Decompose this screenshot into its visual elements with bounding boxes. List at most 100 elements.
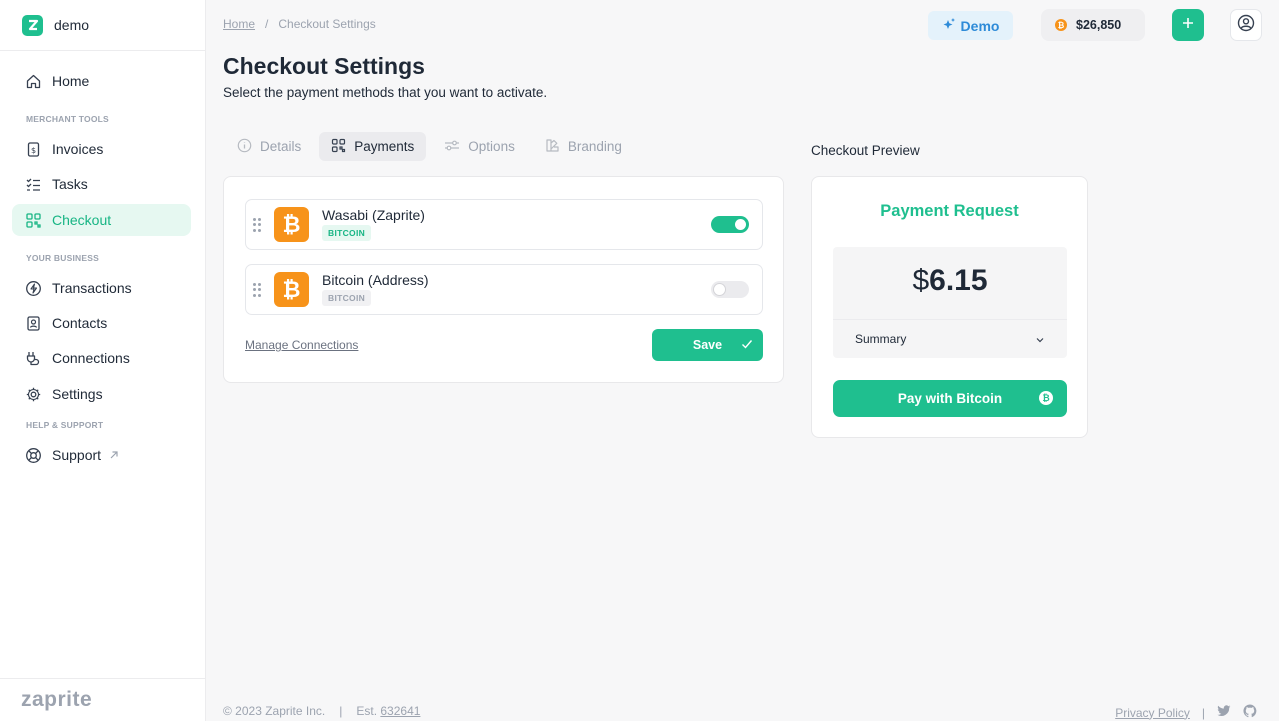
brand-wordmark: zaprite [21,688,93,711]
bitcoin-icon: ₿ [1039,391,1053,405]
plug-icon [24,349,42,367]
create-button[interactable] [1172,9,1204,41]
tab-label: Payments [354,139,415,154]
zaprite-logo-icon [22,14,43,36]
page-title: Checkout Settings [223,53,425,79]
qr-icon [24,211,42,229]
sidebar-item-invoices[interactable]: $ Invoices [12,133,191,165]
section-your-business: YOUR BUSINESS [26,253,99,263]
sidebar-item-checkout[interactable]: Checkout [12,204,191,236]
tab-label: Branding [567,139,622,154]
sparkle-icon [942,17,956,34]
manage-connections-link[interactable]: Manage Connections [245,338,358,352]
sliders-icon [444,138,460,156]
account-button[interactable] [1230,9,1262,41]
block-height-link[interactable]: 632641 [380,704,420,718]
sidebar-item-label: Contacts [52,315,108,331]
footer-right: Privacy Policy | [1115,704,1257,721]
check-icon [741,338,753,353]
tab-options[interactable]: Options [432,132,527,161]
pay-label: Pay with Bitcoin [897,391,1003,406]
sidebar-item-transactions[interactable]: Transactions [12,272,191,304]
sidebar: demo Home MERCHANT TOOLS $ Invoices Task… [0,0,206,721]
sidebar-item-label: Connections [52,350,130,366]
chevron-down-icon [1035,334,1045,348]
footer-left: © 2023 Zaprite Inc. | Est. 632641 [223,704,420,718]
breadcrumb-separator: / [265,17,269,31]
breadcrumb-home-link[interactable]: Home [223,17,255,31]
footer-divider: | [1201,705,1205,720]
checkout-preview-card: Payment Request $6.15 Summary Pay with B… [811,176,1088,438]
tab-branding[interactable]: Branding [533,132,634,161]
qr-icon [331,138,346,156]
demo-label: Demo [960,17,1000,34]
sidebar-item-label: Support [52,447,102,463]
sidebar-item-connections[interactable]: Connections [12,342,191,374]
tab-label: Details [260,139,302,154]
summary-label: Summary [855,332,907,346]
sidebar-item-label: Settings [52,386,103,402]
sidebar-item-support[interactable]: Support [12,439,191,471]
method-toggle[interactable] [711,281,749,298]
lifebuoy-icon [24,446,42,464]
sidebar-item-label: Invoices [52,141,104,157]
palette-icon [545,138,560,156]
payment-method-row[interactable]: ₿ Wasabi (Zaprite) BITCOIN [245,199,763,250]
sidebar-item-tasks[interactable]: Tasks [12,168,191,200]
bitcoin-logo-icon: ₿ [274,272,309,307]
amount-box: $6.15 Summary [833,247,1067,358]
sidebar-item-label: Checkout [52,212,112,228]
payment-request-title: Payment Request [880,202,1019,220]
pay-with-bitcoin-button[interactable]: Pay with Bitcoin ₿ [833,380,1067,417]
checkout-preview-label: Checkout Preview [811,143,920,158]
contacts-icon [24,314,42,332]
svg-text:$: $ [30,146,35,155]
method-toggle[interactable] [711,216,749,233]
privacy-policy-link[interactable]: Privacy Policy [1115,706,1190,720]
section-help-support: HELP & SUPPORT [26,420,104,430]
sidebar-item-settings[interactable]: Settings [12,378,191,410]
sidebar-footer: zaprite [0,678,205,721]
drag-handle-icon[interactable] [253,283,261,297]
info-icon [237,138,252,156]
est-label: Est. [356,704,378,718]
amount-display: $6.15 [833,264,1067,298]
settings-tabs: Details Payments Options Branding [225,132,634,161]
user-icon [1237,14,1255,37]
payment-method-row[interactable]: ₿ Bitcoin (Address) BITCOIN [245,264,763,315]
demo-badge[interactable]: Demo [928,11,1013,40]
plus-icon [1182,16,1194,34]
twitter-icon[interactable] [1217,705,1231,720]
summary-toggle[interactable]: Summary [833,319,1067,358]
save-button[interactable]: Save [652,329,763,361]
bitcoin-logo-icon: ₿ [274,207,309,242]
breadcrumb: Home / Checkout Settings [223,17,376,31]
footer-divider: | [339,704,343,718]
sidebar-item-label: Home [52,73,90,89]
invoice-icon: $ [24,140,42,158]
sidebar-item-label: Transactions [52,280,132,296]
payment-methods-card: ₿ Wasabi (Zaprite) BITCOIN ₿ Bitcoin (Ad… [223,176,784,383]
sidebar-item-label: Tasks [52,176,88,192]
tab-payments[interactable]: Payments [319,132,427,161]
save-label: Save [692,338,723,352]
sidebar-item-home[interactable]: Home [12,65,191,97]
tab-details[interactable]: Details [225,132,313,161]
copyright: © 2023 Zaprite Inc. [223,704,326,718]
method-name: Bitcoin (Address) [322,272,429,288]
tab-label: Options [468,139,515,154]
lightning-icon [24,279,42,297]
org-name: demo [54,17,90,33]
btc-price: $26,850 [1076,18,1122,32]
sidebar-item-contacts[interactable]: Contacts [12,307,191,339]
drag-handle-icon[interactable] [253,218,261,232]
method-tag: BITCOIN [322,225,372,241]
currency-symbol: $ [912,264,930,297]
org-switcher[interactable]: demo [0,0,205,51]
github-icon[interactable] [1243,704,1257,721]
gear-icon [24,385,42,403]
method-tag: BITCOIN [322,290,372,306]
home-icon [24,72,42,90]
breadcrumb-current: Checkout Settings [278,17,376,31]
btc-price-badge[interactable]: ₿ $26,850 [1041,9,1145,41]
